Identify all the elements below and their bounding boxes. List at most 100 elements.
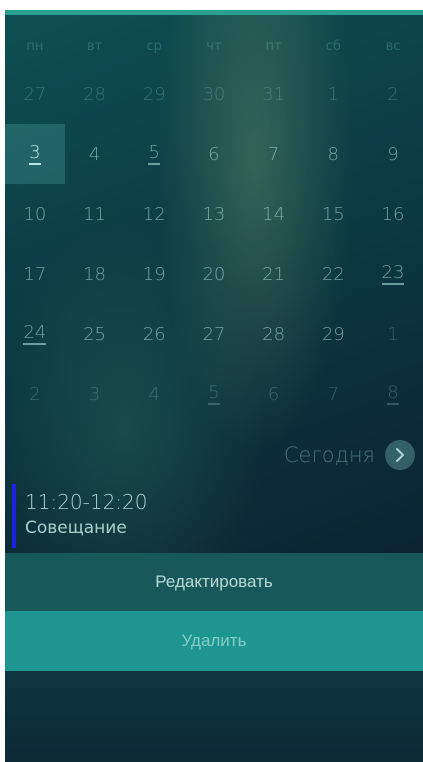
day-number: 14 [262,203,286,225]
day-cell[interactable]: 20 [184,244,244,304]
day-cell[interactable]: 30 [184,64,244,124]
day-cell[interactable]: 7 [303,364,363,424]
day-number: 10 [23,203,47,225]
day-cell[interactable]: 11 [65,184,125,244]
day-cell[interactable]: 7 [244,124,304,184]
day-cell[interactable]: 16 [363,184,423,244]
day-cell-selected[interactable]: 3 [5,124,65,184]
day-number: 18 [83,263,106,285]
day-number: 9 [387,143,399,165]
day-cell[interactable]: 5 [124,124,184,184]
day-number: 17 [23,263,47,285]
day-number: 7 [267,143,280,165]
day-number: 2 [29,383,41,405]
day-cell[interactable]: 27 [5,64,65,124]
day-cell[interactable]: 8 [303,124,363,184]
day-cell[interactable]: 21 [244,244,304,304]
day-cell[interactable]: 18 [65,244,125,304]
day-cell[interactable]: 23 [363,244,423,304]
day-number: 20 [202,263,226,285]
day-cell[interactable]: 1 [303,64,363,124]
day-number: 23 [381,262,405,286]
day-cell[interactable]: 2 [5,364,65,424]
day-number: 28 [262,323,286,345]
day-number: 12 [142,203,166,225]
day-cell[interactable]: 31 [244,64,304,124]
day-number: 6 [208,143,220,165]
day-number: 8 [387,382,399,406]
day-cell[interactable]: 26 [124,304,184,364]
day-number: 4 [88,143,101,165]
top-accent-bar [5,10,423,15]
day-number: 3 [88,383,101,405]
day-number: 5 [148,142,160,166]
day-number: 31 [262,83,286,105]
day-cell[interactable]: 13 [184,184,244,244]
day-number: 30 [202,83,226,105]
day-cell[interactable]: 2 [363,64,423,124]
weekday-sun: вс [385,38,401,54]
weekday-fri: пт [265,38,282,54]
day-cell[interactable]: 6 [184,124,244,184]
day-cell[interactable]: 1 [363,304,423,364]
day-number: 5 [208,382,220,406]
day-cell[interactable]: 12 [124,184,184,244]
today-button[interactable]: Сегодня [284,438,415,472]
chevron-right-icon [385,440,415,470]
weekday-header: пн вт ср чт пт сб вс [5,28,423,64]
day-number: 19 [142,263,166,285]
day-number: 1 [327,83,339,105]
day-cell[interactable]: 28 [244,304,304,364]
event-color-bar [12,484,16,548]
day-number: 28 [83,83,106,105]
day-cell[interactable]: 25 [65,304,125,364]
day-number: 16 [381,203,405,225]
delete-button[interactable]: Удалить [5,611,423,671]
today-label: Сегодня [283,443,375,467]
day-cell[interactable]: 19 [124,244,184,304]
day-cell[interactable]: 8 [363,364,423,424]
day-cell[interactable]: 3 [65,364,125,424]
day-cell[interactable]: 29 [124,64,184,124]
event-time: 11:20-12:20 [25,490,148,514]
day-cell[interactable]: 15 [303,184,363,244]
day-number: 6 [267,383,280,405]
day-number: 7 [327,383,339,405]
day-number: 27 [202,323,226,345]
day-number: 29 [321,323,345,345]
event-item[interactable]: 11:20-12:20 Совещание [5,484,423,548]
day-cell[interactable]: 24 [5,304,65,364]
day-cell[interactable]: 17 [5,244,65,304]
month-grid: 27 28 29 30 31 1 2 3 4 5 6 7 8 9 10 11 1… [5,64,423,424]
day-cell[interactable]: 28 [65,64,125,124]
day-cell[interactable]: 29 [303,304,363,364]
day-cell[interactable]: 4 [65,124,125,184]
day-number: 25 [83,323,106,345]
weekday-tue: вт [86,38,103,54]
weekday-sat: сб [325,38,341,54]
day-number: 26 [142,323,166,345]
day-cell[interactable]: 6 [244,364,304,424]
day-cell[interactable]: 27 [184,304,244,364]
day-number: 29 [142,83,166,105]
bottom-panel [5,671,423,762]
day-cell[interactable]: 14 [244,184,304,244]
day-number: 3 [29,142,41,166]
day-number: 22 [321,263,345,285]
day-number: 8 [327,143,339,165]
day-number: 24 [23,322,47,346]
day-number: 15 [321,203,345,225]
day-cell[interactable]: 10 [5,184,65,244]
day-number: 13 [202,203,226,225]
day-cell[interactable]: 5 [184,364,244,424]
edit-button[interactable]: Редактировать [5,553,423,611]
day-cell[interactable]: 22 [303,244,363,304]
day-cell[interactable]: 9 [363,124,423,184]
weekday-wed: ср [146,38,162,54]
day-cell[interactable]: 4 [124,364,184,424]
day-number: 11 [83,203,106,225]
day-number: 21 [262,263,286,285]
weekday-mon: пн [26,38,44,54]
day-number: 1 [387,323,399,345]
day-number: 2 [387,83,399,105]
